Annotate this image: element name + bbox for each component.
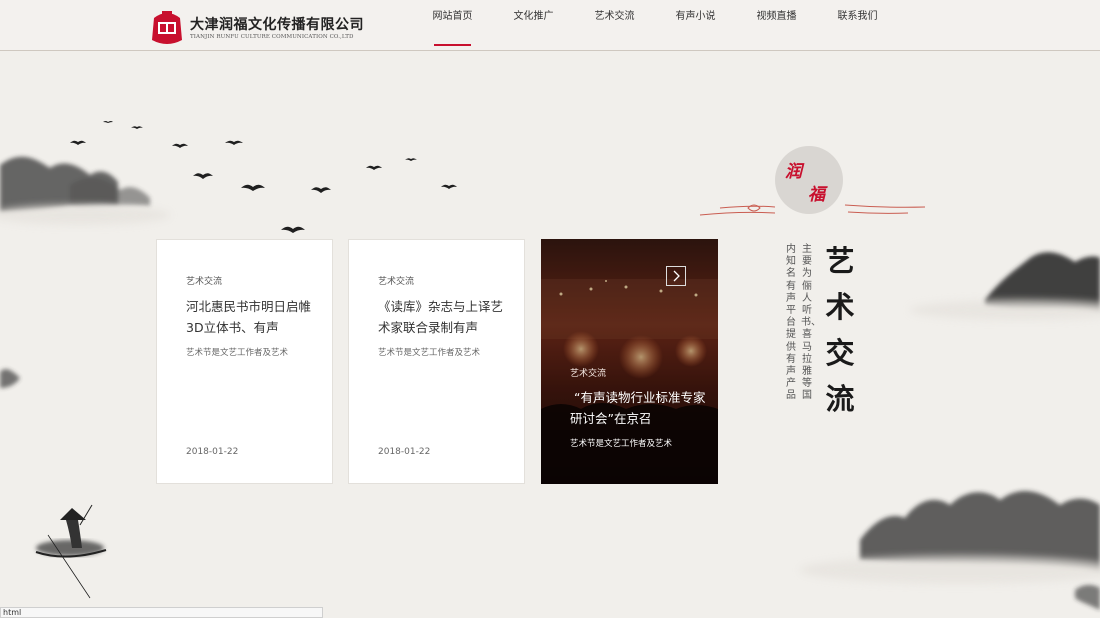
card-title[interactable]: 河北惠民书市明日启帷 3D立体书、有声	[186, 296, 311, 338]
main-nav: 网站首页 文化推广 艺术交流 有声小说 视频直播 联系我们	[412, 0, 898, 50]
card-category: 艺术交流	[186, 277, 223, 287]
site-header: 大津润福文化传播有限公司 TIANJIN RUNFU CULTURE COMMU…	[0, 0, 1100, 51]
next-arrow-button[interactable]	[666, 266, 686, 286]
circle-char: 润	[785, 162, 802, 182]
card-category: 艺术交流	[570, 369, 607, 379]
circle-char: 福	[808, 185, 825, 205]
browser-status-bar: html	[0, 607, 323, 618]
card-description: 艺术节是文艺工作者及艺术	[570, 439, 673, 449]
card-description: 艺术节是文艺工作者及艺术	[186, 348, 289, 358]
card-description: 艺术节是文艺工作者及艺术	[378, 348, 481, 358]
intro-column: 内知名有声平台提供有声产品	[786, 244, 796, 402]
nav-item-audio-novel[interactable]: 有声小说	[655, 0, 736, 50]
flying-birds-icon	[70, 121, 457, 233]
right-mountains	[860, 252, 1100, 610]
featured-news-card[interactable]: 艺术交流 “有声读物行业标准专家研讨会”在京召 艺术节是文艺工作者及艺术	[541, 239, 718, 484]
site-logo[interactable]: 大津润福文化传播有限公司 TIANJIN RUNFU CULTURE COMMU…	[150, 8, 364, 46]
left-mountains	[0, 156, 150, 388]
nav-item-live-video[interactable]: 视频直播	[736, 0, 817, 50]
nav-item-home[interactable]: 网站首页	[412, 0, 493, 50]
seal-logo-icon	[152, 11, 182, 44]
card-date: 2018-01-22	[378, 447, 431, 457]
news-card[interactable]: 艺术交流 河北惠民书市明日启帷 3D立体书、有声 艺术节是文艺工作者及艺术 20…	[156, 239, 333, 484]
section-title: 艺术交流	[825, 244, 855, 416]
company-name-en: TIANJIN RUNFU CULTURE COMMUNICATION CO.,…	[190, 34, 354, 40]
chevron-right-icon	[673, 270, 680, 282]
card-date: 2018-01-22	[186, 447, 239, 457]
nav-item-contact[interactable]: 联系我们	[817, 0, 898, 50]
card-title[interactable]: “有声读物行业标准专家研讨会”在京召	[570, 387, 710, 429]
card-title[interactable]: 《读库》杂志与上译艺术家联合录制有声	[378, 296, 503, 338]
nav-item-culture[interactable]: 文化推广	[493, 0, 574, 50]
news-card[interactable]: 艺术交流 《读库》杂志与上译艺术家联合录制有声 艺术节是文艺工作者及艺术 201…	[348, 239, 525, 484]
company-name: 大津润福文化传播有限公司	[190, 17, 364, 33]
fisherman-boat-icon	[35, 504, 107, 599]
card-category: 艺术交流	[378, 277, 415, 287]
nav-item-art[interactable]: 艺术交流	[574, 0, 655, 50]
intro-column: 主要为俪人听书、喜马拉雅等国	[801, 244, 821, 402]
